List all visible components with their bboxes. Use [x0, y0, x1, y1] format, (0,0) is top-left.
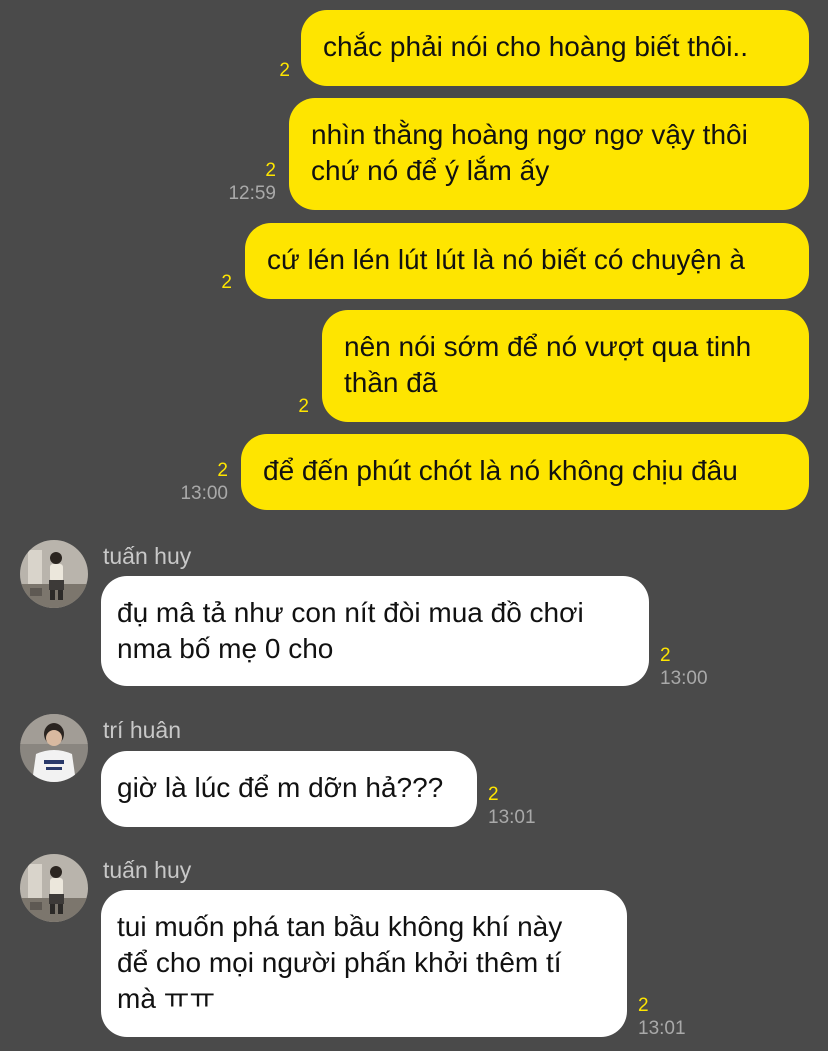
message-timestamp: 12:59 [228, 183, 276, 204]
incoming-message-bubble[interactable]: đụ mâ tả như con nít đòi mua đồ chơi nma… [101, 576, 649, 686]
sender-name: trí huân [103, 717, 181, 743]
unread-count: 2 [221, 272, 232, 293]
message-timestamp: 13:00 [180, 483, 228, 504]
outgoing-message-bubble[interactable]: chắc phải nói cho hoàng biết thôi.. [301, 10, 809, 86]
outgoing-message-bubble[interactable]: nhìn thằng hoàng ngơ ngơ vậy thôi chứ nó… [289, 98, 809, 210]
outgoing-message-bubble[interactable]: để đến phút chót là nó không chịu đâu [241, 434, 809, 510]
unread-count: 2 [217, 460, 228, 481]
avatar-tuan-huy-icon[interactable] [20, 540, 88, 608]
sender-name: tuấn huy [103, 857, 192, 883]
unread-count: 2 [298, 396, 309, 417]
incoming-message-bubble[interactable]: tui muốn phá tan bầu không khí này để ch… [101, 890, 627, 1037]
unread-count: 2 [660, 645, 671, 666]
avatar-tri-huan-icon[interactable] [20, 714, 88, 782]
unread-count: 2 [488, 784, 499, 805]
outgoing-message-bubble[interactable]: nên nói sớm để nó vượt qua tinh thần đã [322, 310, 809, 422]
incoming-message-bubble[interactable]: giờ là lúc để m dỡn hả??? [101, 751, 477, 827]
message-timestamp: 13:00 [660, 668, 708, 689]
sender-name: tuấn huy [103, 543, 192, 569]
unread-count: 2 [638, 995, 649, 1016]
chat-room[interactable]: chắc phải nói cho hoàng biết thôi.. 2 nh… [0, 0, 828, 1051]
unread-count: 2 [265, 160, 276, 181]
message-timestamp: 13:01 [638, 1018, 686, 1039]
unread-count: 2 [279, 60, 290, 81]
avatar-tuan-huy-icon[interactable] [20, 854, 88, 922]
message-timestamp: 13:01 [488, 807, 536, 828]
outgoing-message-bubble[interactable]: cứ lén lén lút lút là nó biết có chuyện … [245, 223, 809, 299]
